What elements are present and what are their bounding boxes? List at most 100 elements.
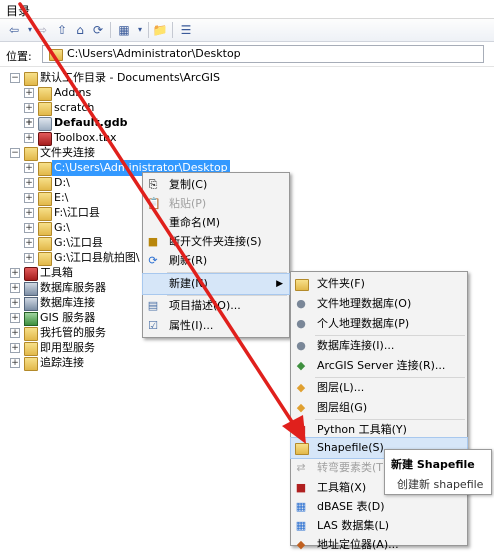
location-bar: 位置: C:\Users\Administrator\Desktop — [0, 42, 494, 67]
toolbox-icon — [38, 132, 52, 146]
address-locator-icon: ◆ — [296, 538, 306, 551]
toolbox-icon — [24, 267, 38, 281]
layer-icon: ◆ — [296, 381, 306, 394]
database-connection-icon: ● — [296, 339, 306, 352]
database-connection-icon — [24, 297, 38, 311]
submenu-item-layer[interactable]: ◆ 图层(L)... — [291, 378, 467, 398]
folder-icon — [38, 207, 52, 221]
tracking-connection-icon — [24, 357, 38, 371]
folder-icon — [38, 87, 52, 101]
menu-item-paste[interactable]: 📋 粘贴(P) — [143, 194, 289, 214]
location-field[interactable]: C:\Users\Administrator\Desktop — [42, 45, 484, 63]
las-dataset-icon: ▦ — [295, 519, 307, 532]
expand-icon[interactable]: + — [24, 103, 34, 113]
expand-icon[interactable]: + — [10, 358, 20, 368]
expand-icon[interactable]: + — [10, 328, 20, 338]
panel-title: 目录 — [6, 4, 31, 18]
gis-server-icon: ◆ — [296, 359, 306, 372]
disconnect-folder-icon: ■ — [147, 235, 159, 248]
folder-icon — [38, 237, 52, 251]
menu-item-new[interactable]: 新建(N) ▶ — [142, 273, 290, 295]
expand-icon[interactable]: + — [10, 268, 20, 278]
options-icon[interactable]: ☰ — [178, 22, 194, 38]
item-description-icon: ▤ — [147, 299, 159, 312]
up-level-icon[interactable]: ⇧ — [54, 22, 70, 38]
expand-icon[interactable]: + — [24, 178, 34, 188]
expand-icon[interactable]: + — [24, 253, 34, 263]
expand-icon[interactable]: + — [24, 193, 34, 203]
table-icon: ▦ — [295, 500, 307, 513]
expand-icon[interactable]: + — [10, 343, 20, 353]
menu-item-properties[interactable]: ☑ 属性(I)... — [143, 316, 289, 336]
new-submenu: 文件夹(F) ● 文件地理数据库(O) ● 个人地理数据库(P) ● 数据库连接… — [290, 271, 468, 551]
view-grid-icon[interactable]: ▦ — [116, 22, 132, 38]
catalog-toolbar: ⇦ ▾ ⇨ ⇧ ⌂ ⟳ ▦ ▾ 📁 ☰ — [0, 19, 494, 42]
folder-icon — [38, 177, 52, 191]
expand-icon[interactable]: + — [24, 118, 34, 128]
expand-icon[interactable]: + — [10, 283, 20, 293]
forward-icon[interactable]: ⇨ — [34, 22, 50, 38]
folder-icon — [295, 279, 309, 291]
toolbox-icon: ■ — [295, 481, 307, 494]
folder-icon — [38, 252, 52, 266]
database-server-icon — [24, 282, 38, 296]
folder-icon — [38, 222, 52, 236]
submenu-item-dbase[interactable]: ▦ dBASE 表(D) — [291, 497, 467, 517]
file-geodatabase-icon: ● — [296, 297, 306, 310]
expand-icon[interactable]: + — [24, 163, 34, 173]
shapefile-tooltip: 新建 Shapefile 创建新 shapefile — [384, 449, 492, 495]
expand-icon[interactable]: + — [24, 208, 34, 218]
collapse-icon[interactable]: − — [10, 73, 20, 83]
personal-geodatabase-icon: ● — [296, 317, 306, 330]
submenu-item-group-layer[interactable]: ◆ 图层组(G) — [291, 398, 467, 418]
ready-services-icon — [24, 342, 38, 356]
expand-icon[interactable]: + — [24, 223, 34, 233]
expand-icon[interactable]: + — [24, 133, 34, 143]
folder-icon — [49, 49, 63, 61]
expand-icon[interactable]: + — [24, 238, 34, 248]
copy-icon: ⎘ — [148, 178, 158, 191]
menu-item-rename[interactable]: 重命名(M) — [143, 213, 289, 233]
folder-connection-icon — [24, 147, 38, 161]
expand-icon[interactable]: + — [24, 88, 34, 98]
location-label: 位置: — [6, 50, 32, 63]
tooltip-description: 创建新 shapefile — [397, 478, 484, 491]
context-menu: ⎘ 复制(C) 📋 粘贴(P) 重命名(M) ■ 断开文件夹连接(S) ⟳ 刷新… — [142, 172, 290, 338]
submenu-item-folder[interactable]: 文件夹(F) — [291, 274, 467, 294]
submenu-item-python-toolbox[interactable]: ■ Python 工具箱(Y) — [291, 420, 467, 440]
submenu-item-address-locator[interactable]: ◆ 地址定位器(A)... — [291, 535, 467, 555]
panel-title-bar: 目录 — [0, 0, 494, 19]
refresh-icon: ⟳ — [148, 254, 158, 267]
python-toolbox-icon: ■ — [295, 423, 307, 436]
expand-icon[interactable]: + — [10, 313, 20, 323]
menu-item-refresh[interactable]: ⟳ 刷新(R) — [143, 251, 289, 271]
folder-icon — [38, 192, 52, 206]
shapefile-icon — [295, 443, 309, 455]
geodatabase-icon — [38, 117, 52, 131]
submenu-item-file-gdb[interactable]: ● 文件地理数据库(O) — [291, 294, 467, 314]
submenu-item-personal-gdb[interactable]: ● 个人地理数据库(P) — [291, 314, 467, 334]
refresh-icon[interactable]: ⟳ — [90, 22, 106, 38]
expand-icon[interactable]: + — [10, 298, 20, 308]
hosted-services-icon — [24, 327, 38, 341]
submenu-arrow-icon: ▶ — [276, 279, 283, 289]
menu-item-disconnect[interactable]: ■ 断开文件夹连接(S) — [143, 232, 289, 252]
folder-icon — [38, 162, 52, 176]
submenu-item-db-connection[interactable]: ● 数据库连接(I)... — [291, 336, 467, 356]
paste-icon: 📋 — [147, 197, 161, 210]
location-value: C:\Users\Administrator\Desktop — [67, 47, 241, 60]
home-icon[interactable]: ⌂ — [72, 22, 88, 38]
menu-item-copy[interactable]: ⎘ 复制(C) — [143, 175, 289, 195]
collapse-icon[interactable]: − — [10, 148, 20, 158]
group-layer-icon: ◆ — [296, 401, 306, 414]
back-icon[interactable]: ⇦ — [6, 22, 22, 38]
gis-server-icon — [24, 312, 38, 326]
tooltip-title: 新建 Shapefile — [391, 458, 475, 471]
submenu-item-arcgis-server[interactable]: ◆ ArcGIS Server 连接(R)... — [291, 356, 467, 376]
connect-folder-icon[interactable]: 📁 — [152, 22, 168, 38]
menu-item-item-description[interactable]: ▤ 项目描述(O)... — [143, 296, 289, 316]
properties-icon: ☑ — [148, 319, 158, 332]
view-dropdown-icon[interactable]: ▾ — [132, 22, 148, 38]
home-folder-icon — [24, 72, 38, 86]
submenu-item-las[interactable]: ▦ LAS 数据集(L) — [291, 516, 467, 536]
